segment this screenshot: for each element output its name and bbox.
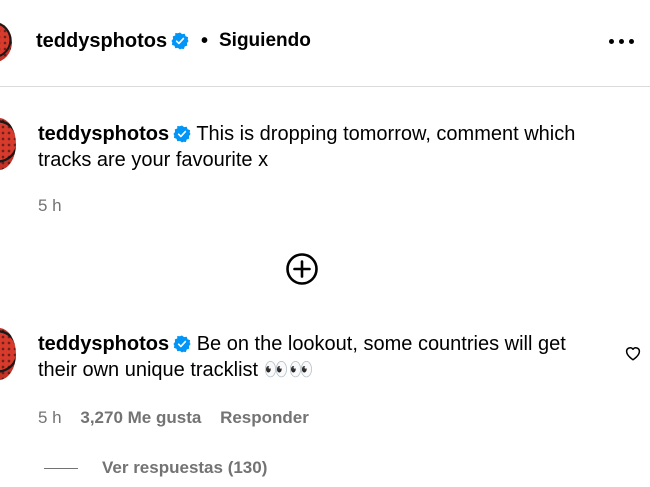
view-replies-button[interactable]: Ver respuestas (130) <box>44 458 267 478</box>
comment-username[interactable]: teddysphotos <box>38 333 169 355</box>
verified-badge-icon <box>173 125 191 143</box>
comment: teddysphotos Be on the lookout, some cou… <box>38 331 606 383</box>
caption-timestamp: 5 h <box>38 196 62 215</box>
header-username[interactable]: teddysphotos <box>36 30 189 53</box>
more-options-icon[interactable] <box>609 38 635 46</box>
comment-meta: 5 h 3,270 Me gusta Responder <box>38 408 309 428</box>
verified-badge-icon <box>171 32 189 50</box>
caption-avatar[interactable] <box>0 118 16 170</box>
comment-avatar[interactable] <box>0 328 16 380</box>
avatar[interactable] <box>0 22 12 62</box>
comment-timestamp: 5 h <box>38 408 62 427</box>
reply-button[interactable]: Responder <box>220 408 309 427</box>
view-replies-label[interactable]: Ver respuestas (130) <box>102 458 267 477</box>
likes-count[interactable]: 3,270 Me gusta <box>80 408 201 427</box>
verified-badge-icon <box>173 335 191 353</box>
caption-username[interactable]: teddysphotos <box>38 123 169 145</box>
divider-line <box>44 468 78 470</box>
post-header: teddysphotos • Siguiendo <box>0 0 650 87</box>
following-button[interactable]: Siguiendo <box>219 30 311 52</box>
heart-icon[interactable] <box>624 344 642 362</box>
plus-circle-icon[interactable] <box>286 253 318 285</box>
caption: teddysphotos This is dropping tomorrow, … <box>38 121 618 173</box>
separator-dot: • <box>201 30 209 52</box>
header-username-text[interactable]: teddysphotos <box>36 30 167 52</box>
